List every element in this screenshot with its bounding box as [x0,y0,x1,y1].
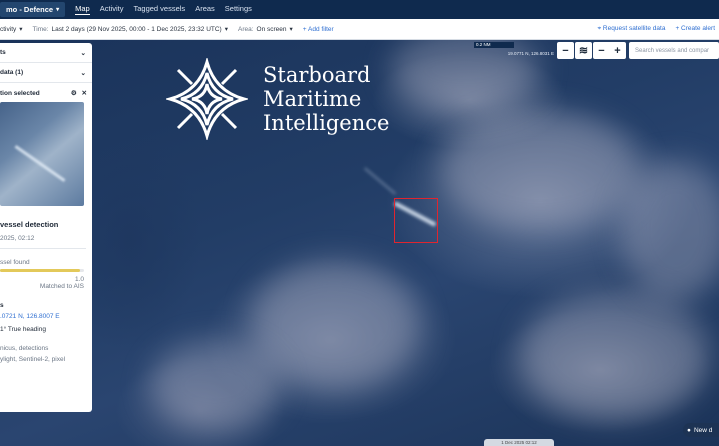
filter-bar-actions: ⌖ Request satellite data + Create alert [597,25,715,33]
activity-filter-label: ctivity [0,25,17,33]
confidence-labels: 1.0 [0,276,84,283]
detection-coordinates[interactable]: .0721 N, 126.8007 E [0,313,92,320]
project-selector[interactable]: mo - Defence ▾ [0,2,66,17]
create-alert-button[interactable]: + Create alert [675,25,715,33]
starboard-logo: Starboard Maritime Intelligence [166,58,389,140]
timeline-tab[interactable]: 1 Dec 2025 02:12 [484,439,554,446]
area-filter-label: Area: [237,25,254,33]
source-line-2: ylight, Sentinel-2, pixel [0,356,66,363]
coordinates-heading: s [0,302,4,309]
true-heading: 1° True heading [0,326,46,333]
vessel-search-input[interactable]: Search vessels and compar [629,42,719,59]
nav-areas[interactable]: Areas [195,4,215,15]
time-filter-value: Last 2 days (29 Nov 2025, 00:00 - 1 Dec … [51,25,222,33]
time-filter-label: Time: [32,25,49,33]
nav-tagged-vessels[interactable]: Tagged vessels [133,4,185,15]
collapse-button[interactable]: − [557,42,574,59]
time-filter[interactable]: Time: Last 2 days (29 Nov 2025, 00:00 - … [32,25,228,34]
request-satellite-button[interactable]: ⌖ Request satellite data [597,25,665,33]
panel-section-data[interactable]: data (1) ⌄ [0,63,92,83]
zoom-out-button[interactable]: − [593,42,610,59]
detection-box[interactable] [394,198,438,243]
settings-icon[interactable]: ⚙ [71,90,77,97]
close-icon[interactable]: ✕ [82,90,87,97]
chevron-down-icon: ▾ [224,26,228,33]
cloud-texture [150,340,280,430]
logo-line-2: Maritime [263,87,362,111]
project-name: mo - Defence [6,5,54,14]
area-filter-value: On screen [256,25,287,33]
nav-settings[interactable]: Settings [225,4,252,15]
matched-ais-label: Matched to AIS [39,283,84,290]
cloud-texture [520,290,710,420]
nav-activity[interactable]: Activity [100,4,124,15]
chevron-down-icon: ▾ [56,7,60,13]
cloud-texture [620,160,719,300]
top-navigation-bar: mo - Defence ▾ Map Activity Tagged vesse… [0,0,719,19]
logo-wordmark: Starboard Maritime Intelligence [263,63,389,135]
confidence-bar [0,269,84,272]
chevron-down-icon: ⌄ [80,69,86,77]
scale-bar: 0.2 NM [474,42,514,48]
selection-header: tion selected ⚙ ✕ [0,83,92,100]
layers-button[interactable]: ≋ [575,42,592,59]
vessel-wake [14,145,66,182]
panel-section-data-label: data (1) [0,69,24,76]
request-satellite-label: Request satellite data [602,25,666,32]
panel-section-1-label: ts [0,49,6,56]
area-filter[interactable]: Area: On screen ▾ [237,25,293,34]
divider [0,248,86,249]
detection-side-panel: ts ⌄ data (1) ⌄ tion selected ⚙ ✕ vessel… [0,43,92,412]
panel-section-1[interactable]: ts ⌄ [0,43,92,63]
satellite-icon: ⌖ [597,25,602,32]
detection-thumbnail[interactable] [0,102,84,206]
scale-indicator: 0.2 NM 19.0771 N, 126.8031 E [474,42,554,56]
cloud-texture [440,110,640,230]
add-filter-button[interactable]: + Add filter [303,26,334,33]
chevron-down-icon: ▾ [289,26,293,33]
layers-icon: ≋ [578,45,589,57]
detection-date: 2025, 02:12 [0,235,35,242]
satellite-icon: ● [687,426,691,434]
filter-bar: ctivity ▾ Time: Last 2 days (29 Nov 2025… [0,19,719,40]
main-nav: Map Activity Tagged vessels Areas Settin… [75,4,252,15]
vessel-found-label: ssel found [0,259,30,266]
logo-line-1: Starboard [263,63,371,87]
zoom-in-icon: + [614,44,621,57]
detection-title: vessel detection [0,220,59,229]
confidence-bar-fill [0,269,80,272]
minus-icon: − [562,44,569,57]
logo-line-3: Intelligence [263,111,390,135]
zoom-in-button[interactable]: + [609,42,626,59]
source-line-1: nicus, detections [0,345,49,352]
activity-filter[interactable]: ctivity ▾ [0,25,23,34]
new-detection-button[interactable]: ● New d [683,423,719,437]
nav-map[interactable]: Map [75,4,90,15]
confidence-max: 1.0 [74,276,84,283]
new-detection-label: New d [693,426,713,434]
chevron-down-icon: ⌄ [80,49,86,57]
cursor-coordinates: 19.0771 N, 126.8031 E [507,51,554,56]
chevron-down-icon: ▾ [19,26,23,33]
starboard-emblem-icon [166,58,248,140]
zoom-out-icon: − [598,44,605,57]
selection-label: tion selected [0,89,40,97]
